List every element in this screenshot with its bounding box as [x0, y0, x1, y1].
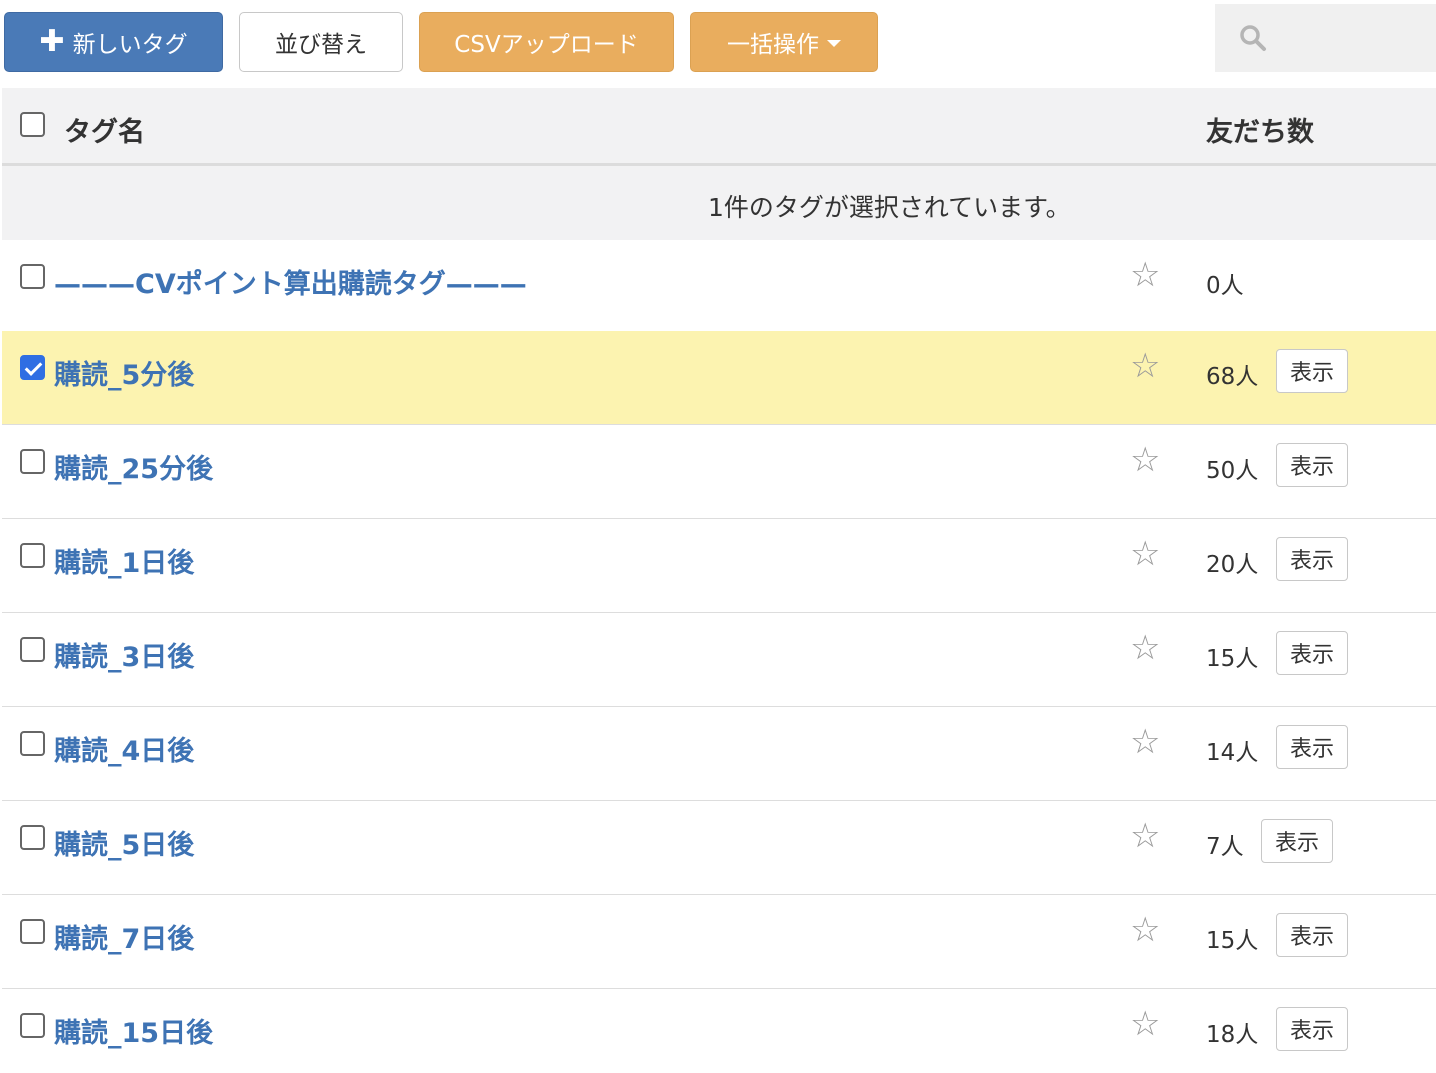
star-icon[interactable]: ☆: [1130, 819, 1160, 853]
star-icon[interactable]: ☆: [1130, 349, 1160, 383]
selection-message: 1件のタグが選択されています。: [708, 193, 1071, 222]
show-button[interactable]: 表示: [1276, 537, 1348, 581]
show-button[interactable]: 表示: [1276, 631, 1348, 675]
friend-count: 18人: [1206, 1022, 1259, 1048]
row-checkbox[interactable]: [20, 731, 45, 756]
tag-name-link[interactable]: 購読_5日後: [54, 823, 194, 862]
row-checkbox[interactable]: [20, 825, 45, 850]
star-icon[interactable]: ☆: [1130, 258, 1160, 292]
row-checkbox[interactable]: [20, 637, 45, 662]
star-icon[interactable]: ☆: [1130, 443, 1160, 477]
tag-name-link[interactable]: 購読_3日後: [54, 635, 194, 674]
search-box[interactable]: [1215, 4, 1436, 72]
column-header-tag-name[interactable]: タグ名: [64, 110, 145, 149]
friend-count: 50人: [1206, 458, 1259, 484]
caret-down-icon: [827, 40, 841, 47]
star-icon[interactable]: ☆: [1130, 725, 1160, 759]
friend-count: 0人: [1206, 273, 1244, 299]
row-checkbox[interactable]: [20, 919, 45, 944]
row-checkbox[interactable]: [20, 449, 45, 474]
new-tag-button[interactable]: ✚ 新しいタグ: [4, 12, 223, 72]
friend-count: 68人: [1206, 364, 1259, 390]
row-checkbox[interactable]: [20, 355, 45, 380]
tag-name-link[interactable]: 購読_7日後: [54, 917, 194, 956]
friend-count: 7人: [1206, 834, 1244, 860]
tag-name-link[interactable]: 購読_5分後: [54, 353, 194, 392]
new-tag-label: 新しいタグ: [72, 32, 188, 58]
table-row: 購読_15日後 ☆ 18人 表示: [2, 989, 1436, 1073]
friend-count: 15人: [1206, 928, 1259, 954]
show-button[interactable]: 表示: [1276, 349, 1348, 393]
bulk-action-dropdown[interactable]: 一括操作: [690, 12, 878, 72]
table-row: 購読_5日後 ☆ 7人 表示: [2, 801, 1436, 895]
selection-banner: 1件のタグが選択されています。: [2, 166, 1436, 240]
column-header-friend-count[interactable]: 友だち数: [1206, 110, 1314, 149]
table-row: 購読_4日後 ☆ 14人 表示: [2, 707, 1436, 801]
tag-name-link[interactable]: 購読_4日後: [54, 729, 194, 768]
show-button[interactable]: 表示: [1276, 1007, 1348, 1051]
friend-count: 15人: [1206, 646, 1259, 672]
star-icon[interactable]: ☆: [1130, 913, 1160, 947]
tag-name-link[interactable]: 購読_25分後: [54, 447, 213, 486]
sort-button[interactable]: 並び替え: [239, 12, 403, 72]
star-icon[interactable]: ☆: [1130, 537, 1160, 571]
table-row: ———CVポイント算出購読タグ——— ☆ 0人: [2, 240, 1436, 334]
table-row: 購読_5分後 ☆ 68人 表示: [2, 331, 1436, 425]
table-row: 購読_25分後 ☆ 50人 表示: [2, 425, 1436, 519]
table-header: タグ名 友だち数: [2, 88, 1436, 166]
star-icon[interactable]: ☆: [1130, 1007, 1160, 1041]
toolbar: ✚ 新しいタグ 並び替え CSVアップロード 一括操作: [0, 0, 1436, 88]
tag-name-link[interactable]: ———CVポイント算出購読タグ———: [54, 262, 527, 301]
show-button[interactable]: 表示: [1276, 443, 1348, 487]
row-checkbox[interactable]: [20, 1013, 45, 1038]
row-checkbox[interactable]: [20, 264, 45, 289]
plus-icon: ✚: [39, 24, 65, 59]
show-button[interactable]: 表示: [1261, 819, 1333, 863]
search-icon: [1240, 25, 1266, 51]
friend-count: 14人: [1206, 740, 1259, 766]
tag-name-link[interactable]: 購読_15日後: [54, 1011, 213, 1050]
show-button[interactable]: 表示: [1276, 913, 1348, 957]
show-button[interactable]: 表示: [1276, 725, 1348, 769]
tag-name-link[interactable]: 購読_1日後: [54, 541, 194, 580]
table-row: 購読_3日後 ☆ 15人 表示: [2, 613, 1436, 707]
row-checkbox[interactable]: [20, 543, 45, 568]
table-row: 購読_7日後 ☆ 15人 表示: [2, 895, 1436, 989]
bulk-action-label: 一括操作: [727, 32, 819, 58]
table-row: 購読_1日後 ☆ 20人 表示: [2, 519, 1436, 613]
csv-upload-button[interactable]: CSVアップロード: [419, 12, 674, 72]
star-icon[interactable]: ☆: [1130, 631, 1160, 665]
friend-count: 20人: [1206, 552, 1259, 578]
select-all-checkbox[interactable]: [20, 112, 45, 137]
